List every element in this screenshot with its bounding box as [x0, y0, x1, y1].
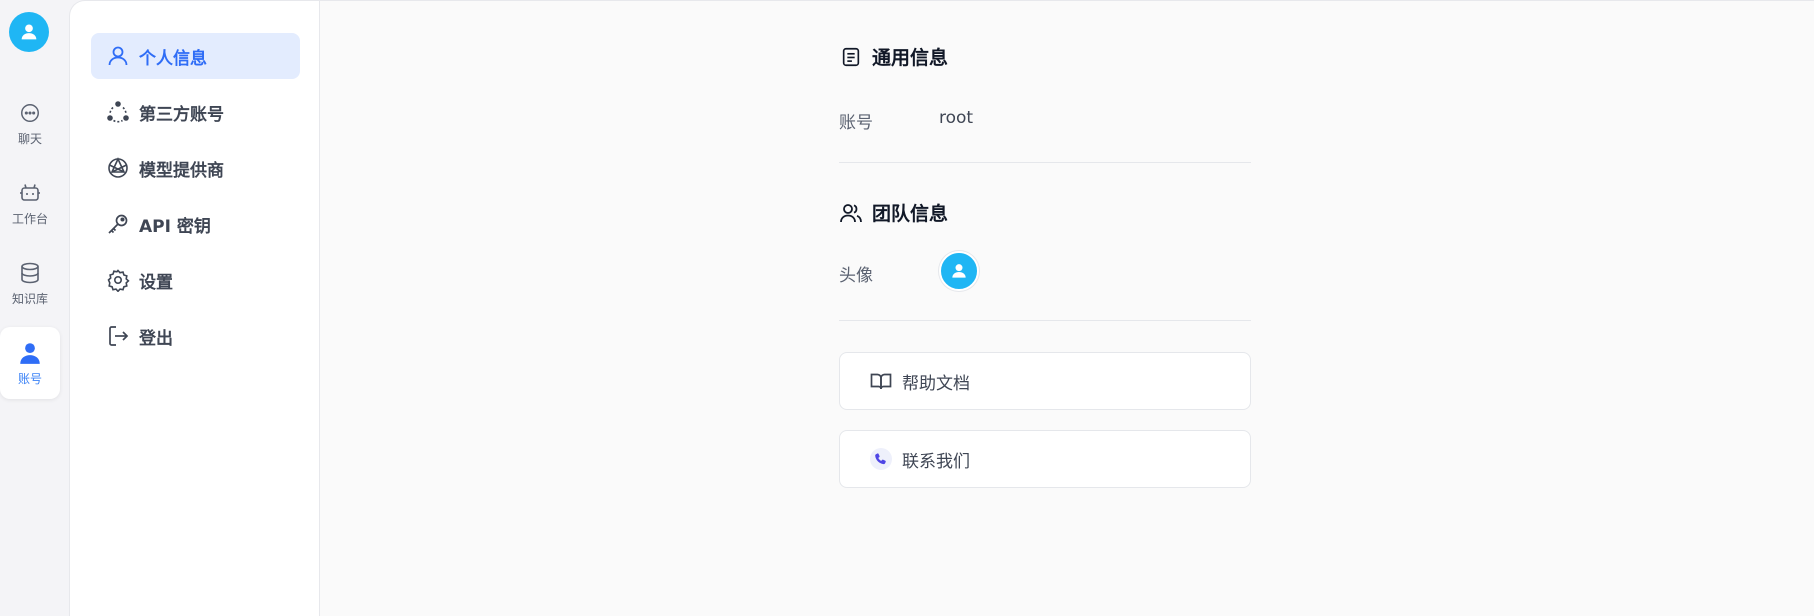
- key-icon: [105, 211, 131, 237]
- chat-bubble-icon: [17, 100, 43, 126]
- primary-nav-rail: 聊天 工作台 知识库 账号: [0, 0, 69, 616]
- user-avatar[interactable]: [9, 12, 49, 52]
- menu-item-label: API 密钥: [139, 216, 211, 237]
- gear-icon: [105, 267, 131, 293]
- menu-item-label: 设置: [139, 272, 173, 293]
- database-icon: [17, 260, 43, 286]
- help-docs-button[interactable]: 帮助文档: [839, 352, 1251, 410]
- logout-icon: [105, 323, 131, 349]
- account-label: 账号: [839, 113, 873, 133]
- menu-item-api-keys[interactable]: API 密钥: [91, 201, 300, 247]
- menu-item-label: 模型提供商: [139, 160, 224, 181]
- menu-item-label: 第三方账号: [139, 104, 224, 125]
- menu-item-third-party-accounts[interactable]: 第三方账号: [91, 89, 300, 135]
- section-title-text: 团队信息: [872, 203, 949, 225]
- user-outline-icon: [105, 43, 131, 69]
- user-icon: [21, 24, 37, 40]
- general-info-heading: 通用信息: [838, 43, 948, 70]
- menu-item-label: 登出: [139, 328, 173, 349]
- rail-item-account[interactable]: 账号: [0, 327, 60, 399]
- section-divider: [839, 162, 1251, 163]
- account-value: root: [939, 108, 974, 128]
- rail-item-label: 账号: [17, 371, 42, 386]
- rail-item-chat[interactable]: 聊天: [0, 87, 60, 159]
- menu-item-model-provider[interactable]: 模型提供商: [91, 145, 300, 191]
- rail-item-knowledge-base[interactable]: 知识库: [0, 247, 60, 319]
- document-icon: [838, 44, 864, 70]
- rail-item-label: 工作台: [11, 211, 48, 226]
- app-window: 聊天 工作台 知识库 账号 个人信息 第三方账号 模型提供商 API 密钥 设置…: [0, 0, 1814, 616]
- rail-item-workbench[interactable]: 工作台: [0, 167, 60, 239]
- rail-item-label: 聊天: [17, 131, 42, 146]
- phone-icon: [868, 446, 894, 472]
- account-settings-menu: 个人信息 第三方账号 模型提供商 API 密钥 设置 登出: [69, 0, 320, 616]
- avatar-label: 头像: [839, 266, 873, 286]
- team-info-heading: 团队信息: [838, 199, 948, 226]
- menu-item-label: 个人信息: [139, 48, 207, 69]
- contact-us-button[interactable]: 联系我们: [839, 430, 1251, 488]
- team-avatar[interactable]: [939, 251, 979, 291]
- book-icon: [868, 368, 894, 394]
- menu-item-settings[interactable]: 设置: [91, 257, 300, 303]
- section-title-text: 通用信息: [872, 47, 949, 69]
- connections-icon: [105, 99, 131, 125]
- menu-item-personal-info[interactable]: 个人信息: [91, 33, 300, 79]
- model-provider-icon: [105, 155, 131, 181]
- users-icon: [838, 200, 864, 226]
- contact-us-label: 联系我们: [902, 451, 970, 472]
- user-icon: [17, 340, 43, 366]
- rail-item-label: 知识库: [11, 291, 48, 306]
- robot-icon: [17, 180, 43, 206]
- personal-info-panel: 通用信息 账号 root 团队信息 头像 帮助文档 联系我们: [320, 0, 1814, 616]
- help-docs-label: 帮助文档: [902, 373, 970, 394]
- section-divider: [839, 320, 1251, 321]
- user-icon: [952, 264, 966, 278]
- menu-item-logout[interactable]: 登出: [91, 313, 300, 359]
